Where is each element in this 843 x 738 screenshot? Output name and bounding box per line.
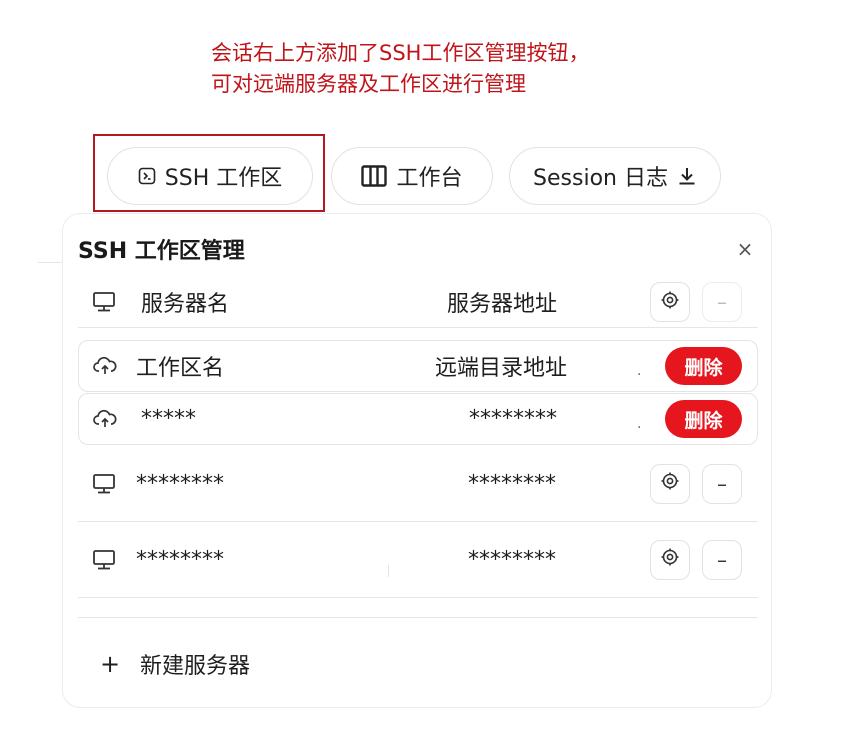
plus-icon: + <box>100 650 121 678</box>
server-remove-button[interactable]: – <box>702 282 742 322</box>
close-button[interactable]: × <box>733 237 757 261</box>
session-log-label: Session 日志 <box>533 166 668 191</box>
server-name: ******** <box>136 547 224 572</box>
new-server-button[interactable]: + 新建服务器 <box>100 648 250 680</box>
server-address-header: 服务器地址 <box>447 292 558 317</box>
delete-workspace-button[interactable]: 删除 <box>665 347 742 385</box>
workspace-name: 工作区名 <box>136 356 225 381</box>
server-row[interactable]: ******** ******** – <box>78 446 758 522</box>
download-icon <box>677 166 697 186</box>
server-row[interactable]: ******** ******** – <box>78 522 758 598</box>
server-name: ******** <box>136 471 224 496</box>
monitor-icon <box>92 473 116 495</box>
divider <box>78 598 758 618</box>
monitor-icon <box>92 291 116 313</box>
cloud-sync-icon <box>93 356 117 376</box>
server-header-row: 服务器名 服务器地址 – <box>78 277 758 328</box>
columns-icon <box>361 165 388 187</box>
workspace-row[interactable]: ***** ******** . 删除 <box>78 393 758 445</box>
workspace-remote-path: ******** <box>469 406 557 432</box>
server-address: ******** <box>468 547 556 572</box>
session-log-button[interactable]: Session 日志 <box>509 147 721 205</box>
cloud-sync-icon <box>93 409 117 429</box>
server-name-header: 服务器名 <box>141 292 230 317</box>
workspace-row[interactable]: 工作区名 远端目录地址 . 删除 <box>78 340 758 392</box>
server-settings-button[interactable] <box>650 539 690 580</box>
panel-title: SSH 工作区管理 <box>78 239 245 264</box>
gear-icon <box>660 290 680 315</box>
divider <box>38 262 62 263</box>
workspace-dot: . <box>637 415 642 432</box>
annotation-line-2: 可对远端服务器及工作区进行管理 <box>211 72 526 96</box>
divider <box>388 565 389 577</box>
server-settings-button[interactable] <box>650 463 690 504</box>
highlight-box <box>93 134 325 212</box>
monitor-icon <box>92 549 116 571</box>
new-server-label: 新建服务器 <box>140 654 251 679</box>
workbench-label: 工作台 <box>396 166 463 191</box>
workspace-dot: . <box>637 362 642 379</box>
annotation-line-1: 会话右上方添加了SSH工作区管理按钮， <box>211 41 590 65</box>
server-remove-button[interactable]: – <box>702 463 742 504</box>
server-settings-button[interactable] <box>650 282 690 322</box>
gear-icon <box>660 547 680 572</box>
annotation-text: 会话右上方添加了SSH工作区管理按钮， 可对远端服务器及工作区进行管理 <box>211 38 811 100</box>
workbench-button[interactable]: 工作台 <box>331 147 493 205</box>
workspace-remote-path: 远端目录地址 <box>435 356 568 381</box>
server-remove-button[interactable]: – <box>702 539 742 580</box>
server-address: ******** <box>468 471 556 496</box>
workspace-name: ***** <box>141 406 196 432</box>
gear-icon <box>660 471 680 496</box>
delete-workspace-button[interactable]: 删除 <box>665 400 742 438</box>
